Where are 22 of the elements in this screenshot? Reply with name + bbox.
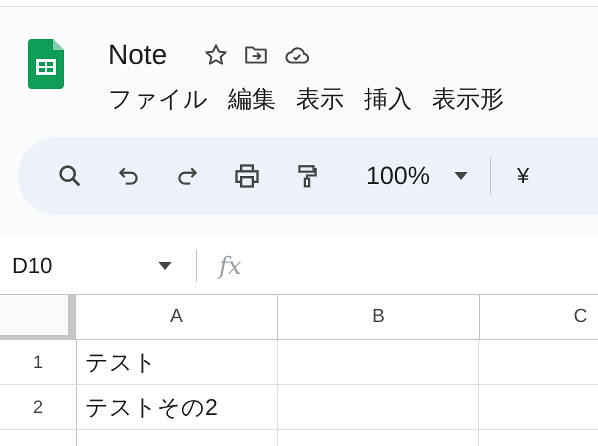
corner-cell[interactable] <box>0 295 76 339</box>
column-header[interactable]: C <box>480 295 598 339</box>
table-cell: テスト <box>77 340 278 384</box>
column-header[interactable]: B <box>278 295 480 339</box>
currency-format-button[interactable]: ¥ <box>516 163 530 189</box>
function-label: fx <box>219 252 242 280</box>
menu-item[interactable]: 表示形 <box>432 83 504 115</box>
zoom-dropdown[interactable]: 100% <box>352 162 474 190</box>
name-box[interactable]: D10 <box>0 253 172 279</box>
row-header[interactable]: 2 <box>0 385 77 429</box>
cell-reference: D10 <box>12 253 52 279</box>
menu-item[interactable]: ファイル <box>108 83 208 115</box>
menu-item[interactable]: 編集 <box>228 83 276 115</box>
caret-icon <box>158 262 172 270</box>
table-cell: テストその2 <box>77 385 278 429</box>
column-header[interactable]: A <box>76 295 278 339</box>
spreadsheet-logo-icon[interactable] <box>28 39 64 89</box>
document-title[interactable]: Note <box>108 39 168 71</box>
menu-item[interactable]: 挿入 <box>364 83 412 115</box>
caret-icon <box>454 172 468 180</box>
row-header[interactable]: 1 <box>0 340 77 384</box>
menu-item[interactable]: 表示 <box>296 83 344 115</box>
